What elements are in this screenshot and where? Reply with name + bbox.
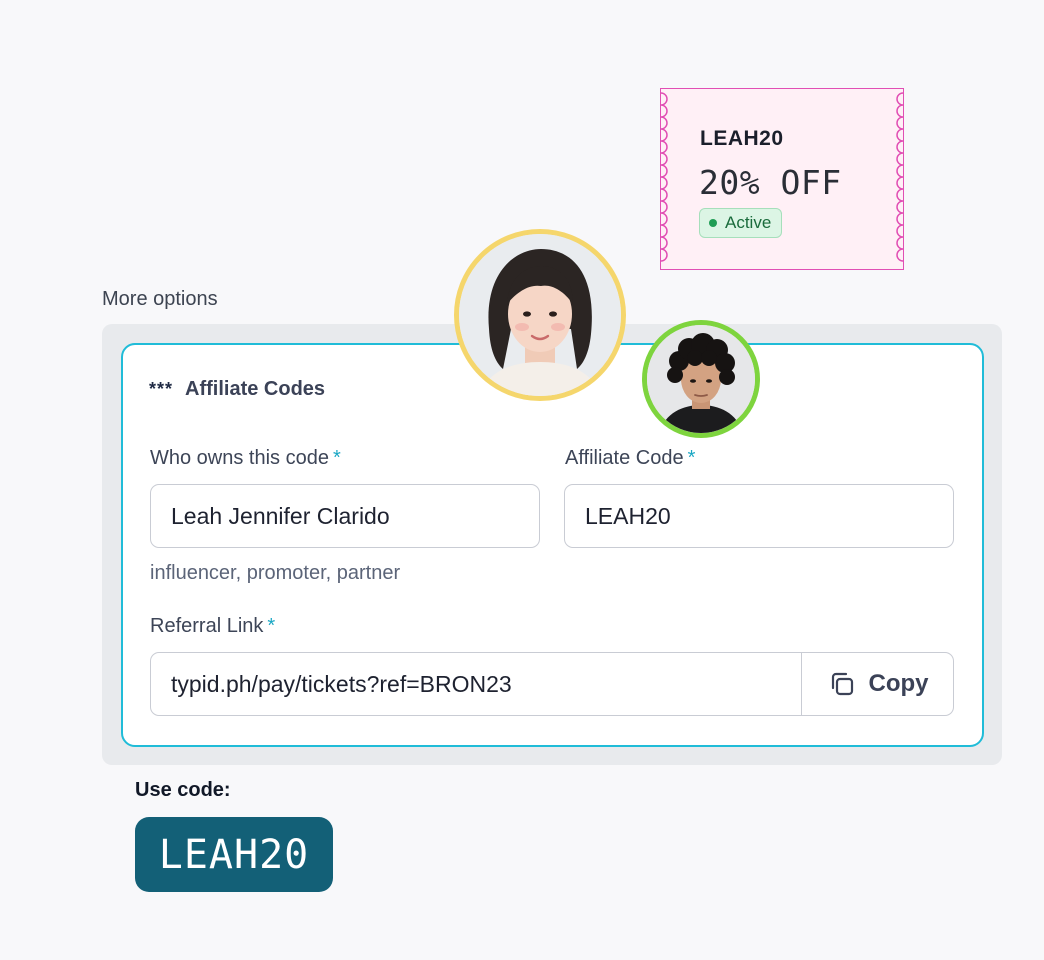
- card-title: Affiliate Codes: [185, 378, 326, 400]
- owner-field-label: Who owns this code *: [150, 447, 341, 470]
- required-mark: *: [687, 447, 696, 469]
- required-mark: *: [267, 615, 276, 637]
- avatar-affiliate-portrait: [647, 325, 755, 433]
- owner-input[interactable]: Leah Jennifer Clarido: [150, 484, 540, 548]
- affiliate-codes-header: *** Affiliate Codes: [149, 378, 325, 401]
- referral-link-input-value: typid.ph/pay/tickets?ref=BRON23: [171, 670, 512, 697]
- copy-icon: [831, 672, 853, 696]
- required-mark: *: [332, 447, 341, 469]
- coupon-code: LEAH20: [700, 127, 784, 150]
- copy-button[interactable]: Copy: [801, 652, 953, 716]
- use-code-badge: LEAH20: [135, 817, 333, 892]
- referral-link-field-label: Referral Link *: [150, 615, 275, 638]
- copy-button-label: Copy: [868, 670, 929, 697]
- avatar-leah: [454, 229, 626, 401]
- more-options-label: More options: [102, 288, 218, 310]
- avatar-leah-portrait: [459, 234, 621, 396]
- status-badge: Active: [699, 208, 783, 238]
- owner-hint: influencer, promoter, partner: [150, 562, 401, 584]
- status-badge-label: Active: [725, 213, 772, 232]
- coupon-notches-left: [660, 92, 668, 262]
- affiliate-code-label-text: Affiliate Code: [565, 447, 684, 469]
- coupon-discount: 20% OFF: [699, 163, 842, 202]
- coupon-notches-right: [896, 92, 904, 262]
- affiliate-code-field-label: Affiliate Code *: [565, 447, 695, 470]
- coupon-ticket: LEAH20 20% OFF Active: [660, 88, 904, 270]
- referral-link-label-text: Referral Link: [150, 615, 264, 637]
- owner-input-value: Leah Jennifer Clarido: [171, 502, 390, 529]
- asterisks-icon: ***: [149, 379, 174, 399]
- affiliate-code-input-value: LEAH20: [585, 502, 671, 529]
- use-code-label: Use code:: [135, 779, 231, 801]
- affiliate-code-input[interactable]: LEAH20: [564, 484, 954, 548]
- status-dot-icon: [709, 219, 717, 227]
- owner-label-text: Who owns this code: [150, 447, 329, 469]
- avatar-affiliate: [642, 320, 760, 438]
